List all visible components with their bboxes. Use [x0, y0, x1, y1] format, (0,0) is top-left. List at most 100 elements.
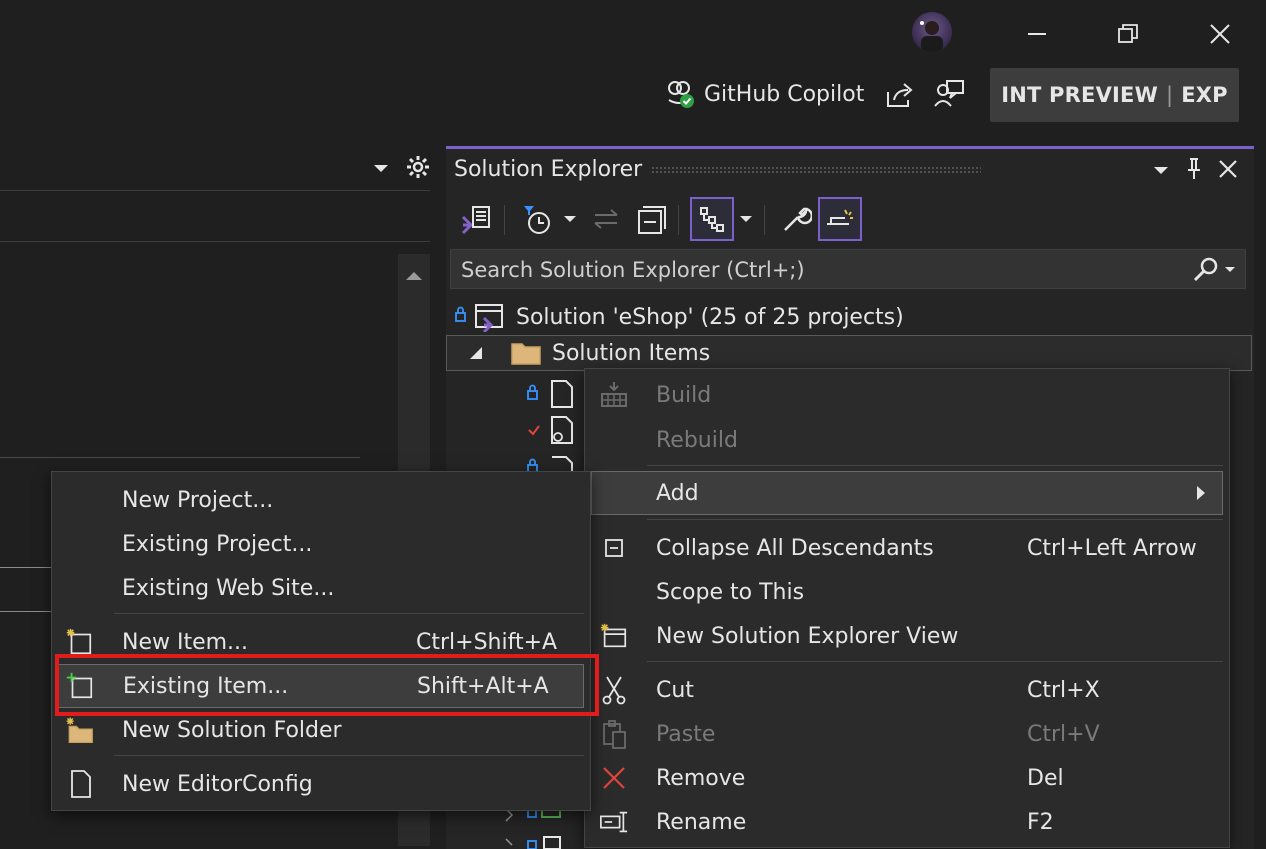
menu-item-label: Paste — [656, 721, 716, 747]
search-placeholder: Search Solution Explorer (Ctrl+;) — [461, 258, 805, 282]
se-close-button[interactable] — [1218, 159, 1238, 179]
tree-item-solution[interactable]: Solution 'eShop' (25 of 25 projects) — [454, 299, 904, 335]
solution-explorer-search-input[interactable]: Search Solution Explorer (Ctrl+;) — [450, 249, 1246, 289]
clock-filter-icon — [524, 206, 550, 234]
add-submenu: New Project... Existing Project... Exist… — [51, 471, 591, 811]
panel-divider — [0, 611, 52, 612]
tree-item-project[interactable] — [502, 835, 562, 849]
menu-item-label: New Solution Folder — [122, 717, 342, 743]
menu-item-new-editorconfig[interactable]: New EditorConfig — [52, 762, 590, 806]
collapse-all-icon — [638, 206, 666, 234]
switch-views-button[interactable] — [456, 197, 496, 241]
chevron-down-icon — [374, 165, 388, 172]
menu-item-label: Existing Project... — [122, 531, 313, 557]
search-icon — [1193, 257, 1235, 282]
toolbar-separator — [504, 205, 505, 235]
chevron-down-icon — [564, 216, 576, 222]
chevron-down-icon — [740, 216, 752, 222]
search-options-button[interactable] — [1191, 256, 1237, 284]
panel-divider — [0, 567, 52, 568]
toolbar-separator — [764, 205, 765, 235]
close-icon — [1210, 24, 1230, 44]
badge-right-text: EXP — [1181, 83, 1228, 107]
user-avatar[interactable] — [912, 12, 952, 52]
badge-left-text: INT PREVIEW — [1001, 83, 1158, 107]
menu-item-label: New Solution Explorer View — [656, 623, 959, 649]
copilot-label: GitHub Copilot — [704, 81, 865, 107]
solution-explorer-title: Solution Explorer — [454, 157, 643, 182]
filter-dropdown-button[interactable] — [560, 197, 580, 241]
file-locked-icon — [527, 380, 573, 408]
menu-item-rename[interactable]: Rename F2 — [585, 800, 1229, 844]
menu-item-shortcut: Ctrl+Shift+A — [416, 629, 558, 655]
menu-item-collapse-all-descendants[interactable]: Collapse All Descendants Ctrl+Left Arrow — [585, 526, 1229, 570]
menu-item-shortcut: Ctrl+V — [1027, 721, 1100, 747]
view-dropdown-button[interactable] — [736, 197, 756, 241]
file-modified-icon — [528, 416, 573, 444]
menu-item-label: Build — [656, 382, 712, 408]
menu-item-scope-to-this[interactable]: Scope to This — [585, 570, 1229, 614]
menu-item-remove[interactable]: Remove Del — [585, 756, 1229, 800]
badge-separator: | — [1165, 83, 1174, 107]
tree-item-file[interactable] — [526, 415, 576, 449]
menu-item-shortcut: Del — [1027, 765, 1064, 791]
menu-item-existing-web-site[interactable]: Existing Web Site... — [52, 566, 590, 610]
restore-button[interactable] — [1108, 14, 1148, 54]
minimize-button[interactable] — [1017, 14, 1057, 54]
menu-item-label: New Item... — [122, 629, 249, 655]
collapse-icon — [599, 533, 629, 563]
sync-arrows-icon — [594, 209, 618, 229]
close-window-button[interactable] — [1200, 14, 1240, 54]
chevron-right-icon — [1197, 486, 1205, 500]
tree-item-file[interactable] — [526, 379, 576, 409]
file-icon — [66, 769, 96, 799]
menu-item-paste[interactable]: Paste Ctrl+V — [585, 712, 1229, 756]
menu-item-cut[interactable]: Cut Ctrl+X — [585, 668, 1229, 712]
menu-item-label: Scope to This — [656, 579, 805, 605]
menu-separator — [647, 519, 1223, 520]
menu-item-shortcut: Ctrl+Left Arrow — [1027, 535, 1197, 561]
menu-separator — [647, 661, 1223, 662]
highlight-box — [55, 654, 599, 716]
rename-icon — [599, 807, 629, 837]
pending-changes-filter-button[interactable] — [518, 197, 556, 241]
scissors-icon — [599, 675, 629, 705]
sync-with-active-document-button[interactable] — [588, 197, 624, 241]
folder-icon — [511, 343, 541, 365]
expand-arrow-icon[interactable] — [466, 342, 488, 364]
restore-icon — [1118, 24, 1138, 43]
show-all-files-button[interactable] — [690, 197, 734, 241]
menu-item-existing-project[interactable]: Existing Project... — [52, 522, 590, 566]
preview-badge[interactable]: INT PREVIEW | EXP — [990, 68, 1239, 122]
menu-item-build[interactable]: Build — [585, 373, 1229, 417]
build-icon — [599, 380, 629, 410]
menu-item-new-project[interactable]: New Project... — [52, 478, 590, 522]
share-button[interactable] — [884, 78, 916, 110]
github-copilot-button[interactable]: GitHub Copilot — [664, 76, 864, 112]
new-window-icon — [599, 621, 629, 651]
menu-item-add[interactable]: Add — [591, 471, 1223, 515]
live-share-button[interactable] — [932, 78, 966, 110]
panel-settings-button[interactable] — [405, 154, 431, 180]
close-icon — [1219, 160, 1237, 178]
preview-selected-items-button[interactable] — [818, 197, 862, 241]
panel-divider — [0, 457, 360, 458]
remove-icon — [599, 763, 629, 793]
pin-button[interactable] — [1184, 157, 1204, 181]
collapse-all-button[interactable] — [632, 197, 670, 241]
properties-button[interactable] — [776, 197, 816, 241]
feedback-icon — [934, 80, 964, 107]
menu-item-label: New EditorConfig — [122, 771, 313, 797]
menu-item-shortcut: F2 — [1027, 809, 1054, 835]
menu-separator — [647, 465, 1223, 466]
web-project-icon — [505, 836, 561, 849]
se-dropdown-button[interactable] — [1152, 161, 1170, 179]
menu-item-rebuild[interactable]: Rebuild — [585, 418, 1229, 462]
preview-icon — [827, 209, 853, 225]
menu-item-new-solution-explorer-view[interactable]: New Solution Explorer View — [585, 614, 1229, 658]
menu-item-label: Existing Web Site... — [122, 575, 335, 601]
panel-dropdown-button[interactable] — [372, 158, 390, 178]
menu-item-label: Rebuild — [656, 427, 738, 453]
new-item-icon — [64, 627, 94, 657]
new-folder-icon — [64, 715, 94, 745]
